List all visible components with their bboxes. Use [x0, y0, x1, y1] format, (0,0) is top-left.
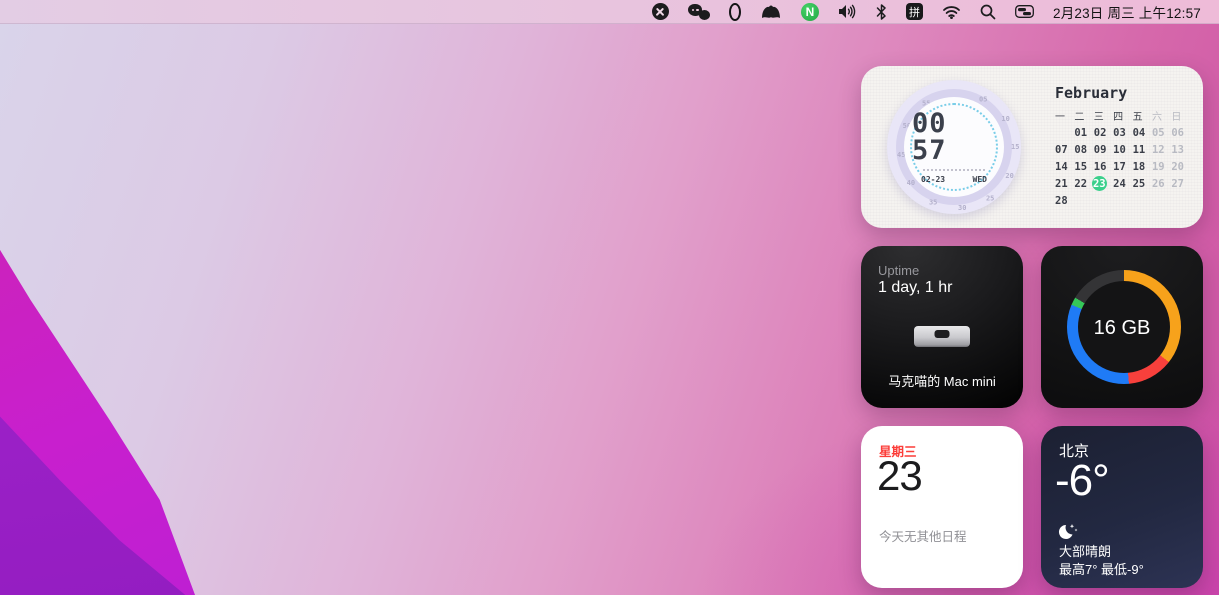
calendar-day-active: 23	[1094, 175, 1113, 192]
calendar-day: 22	[1074, 175, 1093, 192]
calendar-day: 06	[1171, 124, 1190, 141]
weather-temperature: -6°	[1055, 456, 1109, 506]
calendar-day: 12	[1152, 141, 1171, 158]
uptime-value: 1 day, 1 hr	[878, 279, 952, 297]
weather-condition: 大部晴朗	[1059, 541, 1111, 560]
wechat-icon[interactable]	[688, 1, 710, 23]
calendar-day: 15	[1074, 158, 1093, 175]
uptime-widget[interactable]: Uptime 1 day, 1 hr 马克喵的 Mac mini	[861, 246, 1023, 408]
device-name: 马克喵的 Mac mini	[861, 371, 1023, 390]
calendar-day: 10	[1113, 141, 1132, 158]
calendar-day: 16	[1094, 158, 1113, 175]
pinyin-input-icon[interactable]: 拼	[906, 1, 923, 23]
green-n-app-icon[interactable]: N	[801, 1, 819, 23]
calendar-day: 17	[1113, 158, 1132, 175]
calendar-day: 21	[1055, 175, 1074, 192]
month-calendar: February 一二三四五六日 010203040506 070809101112…	[1055, 84, 1191, 209]
date-note: 今天无其他日程	[879, 526, 967, 545]
clock-calendar-widget[interactable]: 0510152025303540455055 00 57 02-23 WED F…	[861, 66, 1203, 228]
calendar-day: 13	[1171, 141, 1190, 158]
calendar-day	[1074, 192, 1093, 209]
calendar-day: 26	[1152, 175, 1171, 192]
calendar-weekday-header: 三	[1094, 107, 1113, 124]
calendar-day: 24	[1113, 175, 1132, 192]
calendar-weekday-header: 一	[1055, 107, 1074, 124]
calendar-day: 04	[1133, 124, 1152, 141]
calendar-day: 09	[1094, 141, 1113, 158]
calendar-weekday-header: 四	[1113, 107, 1132, 124]
weather-high-low: 最高7° 最低-9°	[1059, 559, 1144, 578]
calendar-day: 05	[1152, 124, 1171, 141]
calendar-day: 07	[1055, 141, 1074, 158]
oval-app-icon[interactable]	[729, 1, 741, 23]
calendar-day: 14	[1055, 158, 1074, 175]
calendar-day: 18	[1133, 158, 1152, 175]
clock-weekday: WED	[973, 175, 987, 184]
alfred-hat-icon[interactable]	[760, 1, 782, 23]
calendar-day: 08	[1074, 141, 1093, 158]
mac-mini-image	[914, 326, 970, 347]
calendar-day	[1152, 192, 1171, 209]
memory-total: 16 GB	[1041, 317, 1203, 340]
calendar-day: 19	[1152, 158, 1171, 175]
month-title: February	[1055, 84, 1191, 102]
calendar-day: 01	[1074, 124, 1093, 141]
calendar-day	[1094, 192, 1113, 209]
calendar-day: 02	[1094, 124, 1113, 141]
memory-widget[interactable]: 16 GB	[1041, 246, 1203, 408]
weather-widget[interactable]: 北京 -6° 大部晴朗 最高7° 最低-9°	[1041, 426, 1203, 588]
calendar-day	[1113, 192, 1132, 209]
notification-center-widgets: 0510152025303540455055 00 57 02-23 WED F…	[861, 66, 1203, 588]
calendar-weekday-header: 日	[1171, 107, 1190, 124]
calendar-day	[1055, 124, 1074, 141]
clock-date: 02-23	[921, 175, 945, 184]
circle-x-app-icon[interactable]	[652, 1, 669, 23]
bluetooth-icon[interactable]	[876, 1, 887, 23]
calendar-day: 03	[1113, 124, 1132, 141]
wifi-icon[interactable]	[942, 1, 961, 23]
search-icon[interactable]	[980, 1, 996, 23]
calendar-day: 27	[1171, 175, 1190, 192]
clock-dotted-ring: 00 57 02-23 WED	[910, 103, 998, 191]
menu-bar-clock[interactable]: 2月23日 周三 上午12:57	[1053, 2, 1201, 22]
calendar-day: 25	[1133, 175, 1152, 192]
calendar-weekday-header: 五	[1133, 107, 1152, 124]
calendar-weekday-header: 六	[1152, 107, 1171, 124]
control-center-icon[interactable]	[1015, 1, 1034, 23]
date-day-number: 23	[877, 452, 922, 500]
calendar-day: 11	[1133, 141, 1152, 158]
calendar-day: 28	[1055, 192, 1074, 209]
calendar-grid: 一二三四五六日010203040506070809101112131415161…	[1055, 107, 1191, 209]
clock-divider	[923, 169, 985, 171]
calendar-day: 20	[1171, 158, 1190, 175]
uptime-label: Uptime	[878, 263, 919, 278]
calendar-day	[1133, 192, 1152, 209]
moon-stars-icon	[1058, 522, 1078, 540]
calendar-weekday-header: 二	[1074, 107, 1093, 124]
menu-bar: N 拼 2月23日 周三 上午12:57	[0, 0, 1219, 24]
clock-digital-time: 00 57	[912, 110, 996, 164]
volume-icon[interactable]	[838, 1, 857, 23]
analog-style-clock: 0510152025303540455055 00 57 02-23 WED	[887, 80, 1021, 214]
calendar-date-widget[interactable]: 星期三 23 今天无其他日程	[861, 426, 1023, 588]
calendar-day	[1171, 192, 1190, 209]
